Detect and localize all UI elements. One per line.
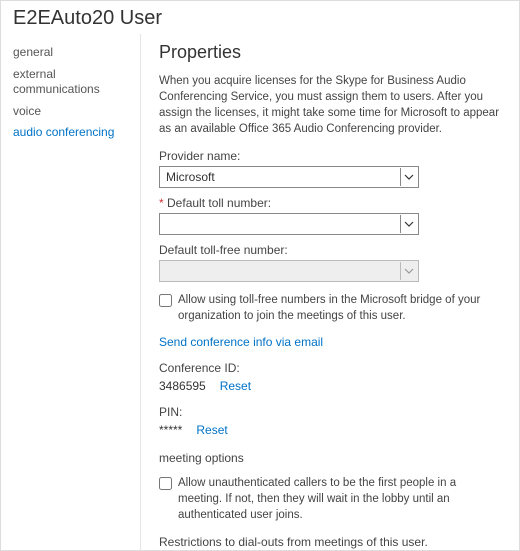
restrictions-label: Restrictions to dial-outs from meetings … <box>159 535 501 549</box>
provider-value: Microsoft <box>166 170 215 184</box>
conference-id-value: 3486595 <box>159 379 206 393</box>
default-toll-free-label: Default toll-free number: <box>159 243 501 257</box>
send-conference-info-link[interactable]: Send conference info via email <box>159 335 323 349</box>
main-panel: Properties When you acquire licenses for… <box>141 34 519 550</box>
page-header: E2EAuto20 User <box>1 1 519 34</box>
provider-select[interactable]: Microsoft <box>159 166 419 188</box>
sidebar-item-audio-conferencing[interactable]: audio conferencing <box>13 122 140 144</box>
sidebar: general external communications voice au… <box>1 34 141 550</box>
pin-label: PIN: <box>159 405 501 419</box>
allow-unauth-checkbox[interactable] <box>159 477 172 490</box>
allow-toll-free-checkbox-row[interactable]: Allow using toll-free numbers in the Mic… <box>159 292 501 324</box>
properties-description: When you acquire licenses for the Skype … <box>159 73 501 137</box>
provider-label: Provider name: <box>159 149 501 163</box>
default-toll-label: * Default toll number: <box>159 196 501 210</box>
pin-reset-link[interactable]: Reset <box>196 423 227 437</box>
default-toll-free-select <box>159 260 419 282</box>
default-toll-select[interactable] <box>159 213 419 235</box>
chevron-down-icon <box>400 262 416 280</box>
chevron-down-icon <box>400 168 416 186</box>
page-title: E2EAuto20 User <box>13 7 507 30</box>
meeting-options-label: meeting options <box>159 451 501 465</box>
sidebar-item-external-communications[interactable]: external communications <box>13 64 140 101</box>
conference-id-reset-link[interactable]: Reset <box>220 379 251 393</box>
allow-toll-free-checkbox[interactable] <box>159 294 172 307</box>
pin-value: ***** <box>159 423 182 437</box>
conference-id-label: Conference ID: <box>159 361 501 375</box>
allow-toll-free-label: Allow using toll-free numbers in the Mic… <box>178 292 501 324</box>
allow-unauth-label: Allow unauthenticated callers to be the … <box>178 475 501 523</box>
sidebar-item-general[interactable]: general <box>13 42 140 64</box>
sidebar-item-voice[interactable]: voice <box>13 101 140 123</box>
allow-unauth-checkbox-row[interactable]: Allow unauthenticated callers to be the … <box>159 475 501 523</box>
properties-heading: Properties <box>159 42 501 63</box>
chevron-down-icon <box>400 215 416 233</box>
